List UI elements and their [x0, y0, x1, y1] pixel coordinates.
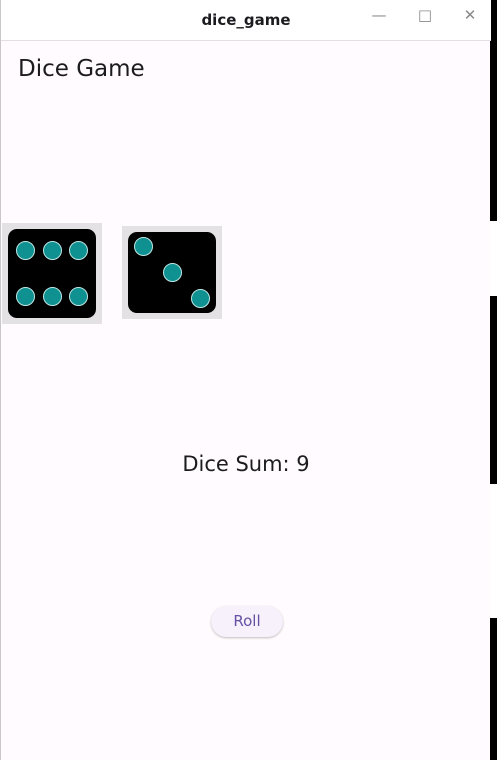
die-1 [2, 223, 102, 324]
app-window: dice_game — □ ✕ Dice Game Dice Sum: 9 Ro… [0, 0, 491, 760]
maximize-icon[interactable]: □ [412, 6, 438, 24]
die-2-face [128, 232, 216, 313]
roll-button[interactable]: Roll [211, 606, 283, 637]
die-pip [68, 287, 88, 307]
die-pip [68, 240, 88, 260]
die-pip [16, 287, 36, 307]
die-pip [42, 240, 62, 260]
die-pip [190, 288, 210, 308]
die-1-face [8, 229, 96, 318]
app-title: Dice Game [18, 56, 145, 82]
dice-sum-text: Dice Sum: 9 [182, 452, 310, 476]
die-2 [122, 226, 222, 319]
title-bar[interactable]: dice_game — □ ✕ [1, 0, 491, 41]
die-pip [42, 287, 62, 307]
background-window-edge [490, 221, 497, 296]
close-icon[interactable]: ✕ [457, 6, 483, 24]
die-pip [162, 263, 182, 282]
die-pip [16, 240, 36, 260]
die-pip [134, 237, 154, 257]
minimize-icon[interactable]: — [366, 6, 392, 24]
background-window-edge [490, 484, 497, 618]
